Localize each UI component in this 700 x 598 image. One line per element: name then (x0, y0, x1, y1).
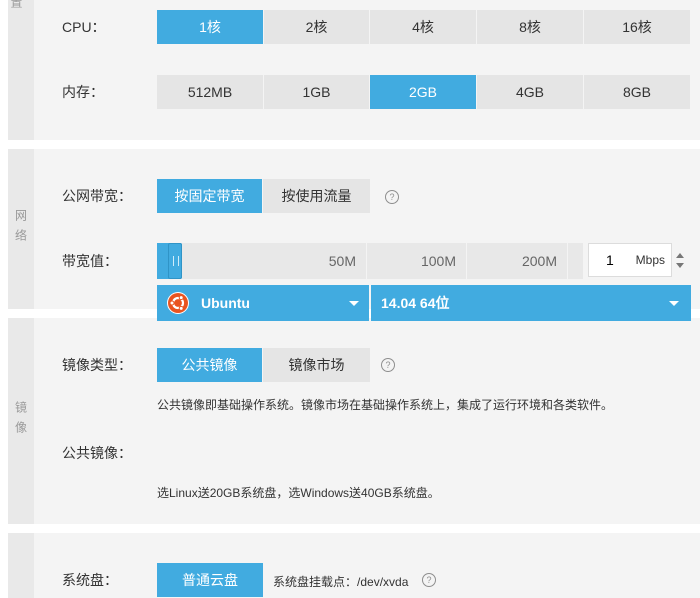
cpu-options: 1核 2核 4核 8核 16核 (157, 10, 690, 44)
stepper-down-icon[interactable] (676, 263, 684, 268)
image-type-help-icon[interactable]: ? (381, 358, 395, 372)
bandwidth-input-value: 1 (606, 252, 614, 268)
image-type-note: 公共镜像即基础操作系统。镜像市场在基础操作系统上，集成了运行环境和各类软件。 (157, 398, 614, 412)
memory-option-4gb[interactable]: 4GB (477, 75, 584, 109)
disk-gift-note: 选Linux送20GB系统盘，选Windows送40GB系统盘。 (157, 486, 440, 500)
stepper-up-icon[interactable] (676, 253, 684, 258)
standard-cloud-disk-option[interactable]: 普通云盘 (157, 563, 263, 597)
os-chevron-down-icon (349, 301, 359, 306)
bandwidth-slider-handle[interactable] (168, 243, 182, 279)
storage-side-bar (8, 533, 34, 598)
cpu-option-1[interactable]: 1核 (157, 10, 264, 44)
cpu-option-4[interactable]: 4核 (370, 10, 477, 44)
bandwidth-type-label: 公网带宽： (62, 188, 132, 204)
os-dropdown-value: Ubuntu (201, 295, 250, 311)
image-type-options: 公共镜像 镜像市场 (157, 348, 370, 382)
mount-point-value: /dev/xvda (357, 575, 409, 589)
system-disk-label: 系统盘： (62, 572, 118, 588)
storage-section: 系统盘： 普通云盘 系统盘挂载点：/dev/xvda ? (8, 533, 700, 598)
bandwidth-type-options: 按固定带宽 按使用流量 (157, 179, 370, 213)
bandwidth-slider-track[interactable]: 50M 100M 200M (157, 243, 583, 279)
config-side-bar: 置 (8, 0, 34, 140)
memory-option-512mb[interactable]: 512MB (157, 75, 264, 109)
system-disk-options: 普通云盘 (157, 563, 263, 597)
cpu-option-2[interactable]: 2核 (264, 10, 370, 44)
config-section: 置 CPU： 1核 2核 4核 8核 16核 内存： 512MB 1GB 2GB… (8, 0, 700, 140)
image-side-label: 镜像 (13, 401, 28, 441)
image-section: 镜像 镜像类型： 公共镜像 镜像市场 ? 公共镜像即基础操作系统。镜像市场在基础… (8, 318, 700, 524)
version-dropdown-value: 14.04 64位 (381, 295, 450, 311)
bandwidth-help-icon[interactable]: ? (385, 190, 399, 204)
memory-option-1gb[interactable]: 1GB (264, 75, 370, 109)
mount-point-label: 系统盘挂载点：/dev/xvda (273, 573, 408, 590)
public-image-label: 公共镜像： (62, 445, 132, 461)
slider-tick-50m: 50M (157, 243, 367, 279)
memory-label: 内存： (62, 84, 104, 100)
bandwidth-unit: Mbps (635, 253, 665, 267)
bandwidth-fixed-option[interactable]: 按固定带宽 (157, 179, 263, 213)
memory-option-2gb[interactable]: 2GB (370, 75, 477, 109)
network-side-label: 网络 (13, 209, 28, 249)
version-dropdown[interactable]: 14.04 64位 (371, 285, 691, 321)
system-disk-help-icon[interactable]: ? (422, 573, 436, 587)
image-side-bar: 镜像 (8, 318, 34, 524)
ubuntu-logo-icon (167, 292, 189, 314)
image-type-label: 镜像类型： (62, 357, 132, 373)
bandwidth-value-label: 带宽值： (62, 253, 118, 269)
mount-point-prefix: 系统盘挂载点： (273, 575, 358, 589)
memory-option-8gb[interactable]: 8GB (584, 75, 690, 109)
network-side-bar: 网络 (8, 149, 34, 309)
cpu-option-16[interactable]: 16核 (584, 10, 690, 44)
public-image-option[interactable]: 公共镜像 (157, 348, 263, 382)
version-chevron-down-icon (669, 301, 679, 306)
cpu-label: CPU： (62, 19, 106, 35)
cpu-option-8[interactable]: 8核 (477, 10, 584, 44)
os-dropdown[interactable]: Ubuntu (157, 285, 369, 321)
bandwidth-stepper[interactable] (674, 245, 686, 275)
slider-tick-100m: 100M (367, 243, 467, 279)
slider-tick-200m: 200M (467, 243, 568, 279)
bandwidth-input[interactable]: 1 Mbps (588, 243, 672, 277)
memory-options: 512MB 1GB 2GB 4GB 8GB (157, 75, 690, 109)
config-side-label: 置 (9, 0, 23, 16)
image-market-option[interactable]: 镜像市场 (263, 348, 370, 382)
bandwidth-traffic-option[interactable]: 按使用流量 (263, 179, 370, 213)
